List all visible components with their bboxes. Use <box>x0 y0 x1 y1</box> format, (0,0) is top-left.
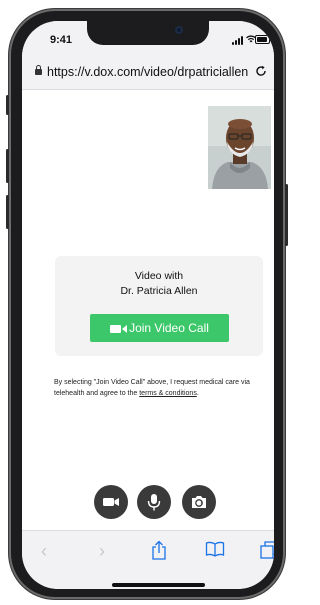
call-card: Video with Dr. Patricia Allen Join Video… <box>55 256 263 356</box>
url-text[interactable]: https://v.dox.com/video/drpatriciallen <box>47 65 252 79</box>
back-chevron-icon[interactable]: ‹ <box>41 541 47 562</box>
share-icon[interactable] <box>151 540 167 565</box>
bookmarks-icon[interactable] <box>205 541 225 562</box>
forward-chevron-icon[interactable]: › <box>99 541 105 562</box>
address-bar[interactable]: https://v.dox.com/video/drpatriciallen <box>22 59 274 90</box>
lock-icon <box>35 65 42 75</box>
notch <box>87 21 209 45</box>
doctor-name: Dr. Patricia Allen <box>120 285 198 297</box>
switch-camera-button[interactable] <box>182 485 216 519</box>
toggle-video-button[interactable] <box>94 485 128 519</box>
join-video-call-button[interactable]: Join Video Call <box>90 314 229 342</box>
disclaimer-end: . <box>196 390 199 397</box>
self-view-video <box>208 106 271 189</box>
tabs-icon[interactable] <box>260 541 274 564</box>
call-title: Video with Dr. Patricia Allen <box>55 269 263 299</box>
front-camera-icon <box>175 26 183 34</box>
battery-icon <box>255 35 272 44</box>
video-camera-icon <box>110 324 128 333</box>
screen: 9:41 https://v.dox.com/video/drpatricial… <box>22 21 274 589</box>
reload-icon[interactable] <box>255 65 267 80</box>
consent-disclaimer: By selecting "Join Video Call" above, I … <box>54 377 266 399</box>
phone-silent-switch <box>6 95 9 115</box>
call-title-line1: Video with <box>134 270 184 282</box>
browser-toolbar: ‹ › <box>22 530 274 589</box>
toggle-microphone-button[interactable] <box>137 485 171 519</box>
home-indicator[interactable] <box>112 583 205 587</box>
terms-link[interactable]: terms & conditions <box>139 390 197 397</box>
phone-volume-button <box>6 195 9 229</box>
status-time: 9:41 <box>50 34 73 46</box>
join-video-call-label: Join Video Call <box>129 321 209 335</box>
